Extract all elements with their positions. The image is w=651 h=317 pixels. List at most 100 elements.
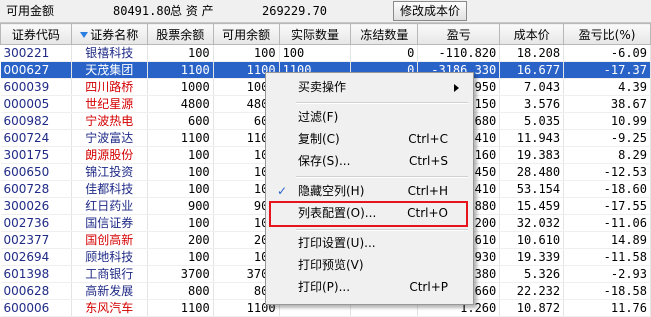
shares-cell: 4800: [147, 95, 214, 113]
code-cell: 600039: [0, 78, 72, 96]
col-header-actual[interactable]: 实际数量: [278, 23, 352, 45]
name-cell: 宁波热电: [71, 112, 148, 130]
ratio-cell: 14.89: [563, 231, 651, 249]
code-cell: 300221: [0, 44, 72, 62]
available-cell: 100: [213, 44, 280, 62]
col-header-code[interactable]: 证券代码: [0, 23, 72, 45]
shares-cell: 1000: [147, 78, 214, 96]
sort-desc-icon: [80, 32, 89, 38]
name-cell: 银禧科技: [71, 44, 148, 62]
name-cell: 红日药业: [71, 197, 148, 215]
cost-cell: 10.610: [499, 231, 565, 249]
ratio-cell: -18.60: [563, 180, 651, 198]
shares-cell: 3700: [147, 265, 214, 283]
modify-cost-button[interactable]: 修改成本价: [393, 1, 467, 21]
submenu-arrow-icon: [454, 84, 459, 92]
name-cell: 四川路桥: [71, 78, 148, 96]
code-cell: 000005: [0, 95, 72, 113]
table-row[interactable]: 300221 银禧科技 100 100 100 0 -110.820 18.208 -6.09: [0, 44, 651, 62]
col-header-shares[interactable]: 股票余额: [146, 23, 214, 45]
code-cell: 600724: [0, 129, 72, 147]
shares-cell: 100: [147, 180, 214, 198]
menu-item-print-preview[interactable]: 打印预览(V): [266, 254, 471, 276]
shares-cell: 1100: [147, 61, 214, 79]
menu-separator: [296, 176, 468, 178]
cost-cell: 53.154: [499, 180, 565, 198]
menu-item-copy[interactable]: 复制(C) Ctrl+C: [266, 128, 471, 150]
col-header-frozen[interactable]: 冻结数量: [350, 23, 419, 45]
code-cell: 300026: [0, 197, 72, 215]
shares-cell: 100: [147, 146, 214, 164]
menu-item-filter[interactable]: 过滤(F): [266, 106, 471, 128]
name-cell: 宁波富达: [71, 129, 148, 147]
name-cell: 佳都科技: [71, 180, 148, 198]
total-assets-label: 总 资 产: [170, 4, 214, 18]
shares-cell: 100: [147, 44, 214, 62]
ratio-cell: -9.25: [563, 129, 651, 147]
ratio-cell: 8.29: [563, 146, 651, 164]
code-cell: 000627: [0, 61, 72, 79]
code-cell: 002694: [0, 248, 72, 266]
code-cell: 300175: [0, 146, 72, 164]
account-summary-bar: 可用金额 80491.80 总 资 产 269229.70 修改成本价: [0, 0, 651, 23]
name-cell: 世纪星源: [71, 95, 148, 113]
actual-cell: 100: [279, 44, 352, 62]
name-cell: 工商银行: [71, 265, 148, 283]
name-cell: 东风汽车: [71, 299, 148, 317]
code-cell: 600728: [0, 180, 72, 198]
ratio-cell: -2.93: [563, 265, 651, 283]
name-cell: 天茂集团: [71, 61, 148, 79]
available-amount-label: 可用金额: [6, 4, 55, 18]
cost-cell: 32.032: [499, 214, 565, 232]
code-cell: 002736: [0, 214, 72, 232]
ratio-cell: -11.58: [563, 248, 651, 266]
ratio-cell: 10.99: [563, 112, 651, 130]
frozen-cell: 0: [350, 44, 419, 62]
shares-cell: 100: [147, 248, 214, 266]
checkmark-icon: ✓: [277, 184, 288, 198]
menu-item-print-setup[interactable]: 打印设置(U)...: [266, 232, 471, 254]
cost-cell: 19.383: [499, 146, 565, 164]
cost-cell: 15.459: [499, 197, 565, 215]
cost-cell: 3.576: [499, 95, 565, 113]
name-cell: 朗源股份: [71, 146, 148, 164]
cost-cell: 22.232: [499, 282, 565, 300]
cost-cell: 7.043: [499, 78, 565, 96]
shares-cell: 1100: [147, 299, 214, 317]
ratio-cell: -17.37: [563, 61, 651, 79]
context-menu: 买卖操作 过滤(F) 复制(C) Ctrl+C 保存(S)... Ctrl+S …: [265, 72, 474, 305]
ratio-cell: -6.09: [563, 44, 651, 62]
ratio-cell: 11.76: [563, 299, 651, 317]
menu-item-save[interactable]: 保存(S)... Ctrl+S: [266, 150, 471, 172]
menu-item-trade[interactable]: 买卖操作: [266, 76, 471, 98]
cost-cell: 5.326: [499, 265, 565, 283]
code-cell: 600650: [0, 163, 72, 181]
cost-cell: 11.943: [499, 129, 565, 147]
code-cell: 600006: [0, 299, 72, 317]
cost-cell: 18.208: [499, 44, 565, 62]
ratio-cell: -17.55: [563, 197, 651, 215]
ratio-cell: 4.39: [563, 78, 651, 96]
menu-item-print[interactable]: 打印(P)... Ctrl+P: [266, 276, 471, 298]
name-cell: 国信证券: [71, 214, 148, 232]
shares-cell: 800: [147, 282, 214, 300]
col-header-pnl[interactable]: 盈亏: [417, 23, 501, 45]
shares-cell: 1100: [147, 129, 214, 147]
ratio-cell: 38.67: [563, 95, 651, 113]
shares-cell: 900: [147, 197, 214, 215]
available-amount-value: 80491.80: [113, 4, 171, 18]
shares-cell: 100: [147, 163, 214, 181]
menu-item-hide-empty-columns[interactable]: ✓ 隐藏空列(H) Ctrl+H: [266, 180, 471, 202]
col-header-name[interactable]: 证券名称: [70, 23, 148, 45]
highlight-box: [269, 201, 468, 227]
ratio-cell: -11.06: [563, 214, 651, 232]
col-header-cost[interactable]: 成本价: [499, 23, 565, 45]
cost-cell: 16.677: [499, 61, 565, 79]
ratio-cell: -12.53: [563, 163, 651, 181]
col-header-ratio[interactable]: 盈亏比(%): [563, 23, 651, 45]
col-header-available[interactable]: 可用余额: [212, 23, 280, 45]
cost-cell: 10.872: [499, 299, 565, 317]
code-cell: 600982: [0, 112, 72, 130]
code-cell: 601398: [0, 265, 72, 283]
code-cell: 000628: [0, 282, 72, 300]
